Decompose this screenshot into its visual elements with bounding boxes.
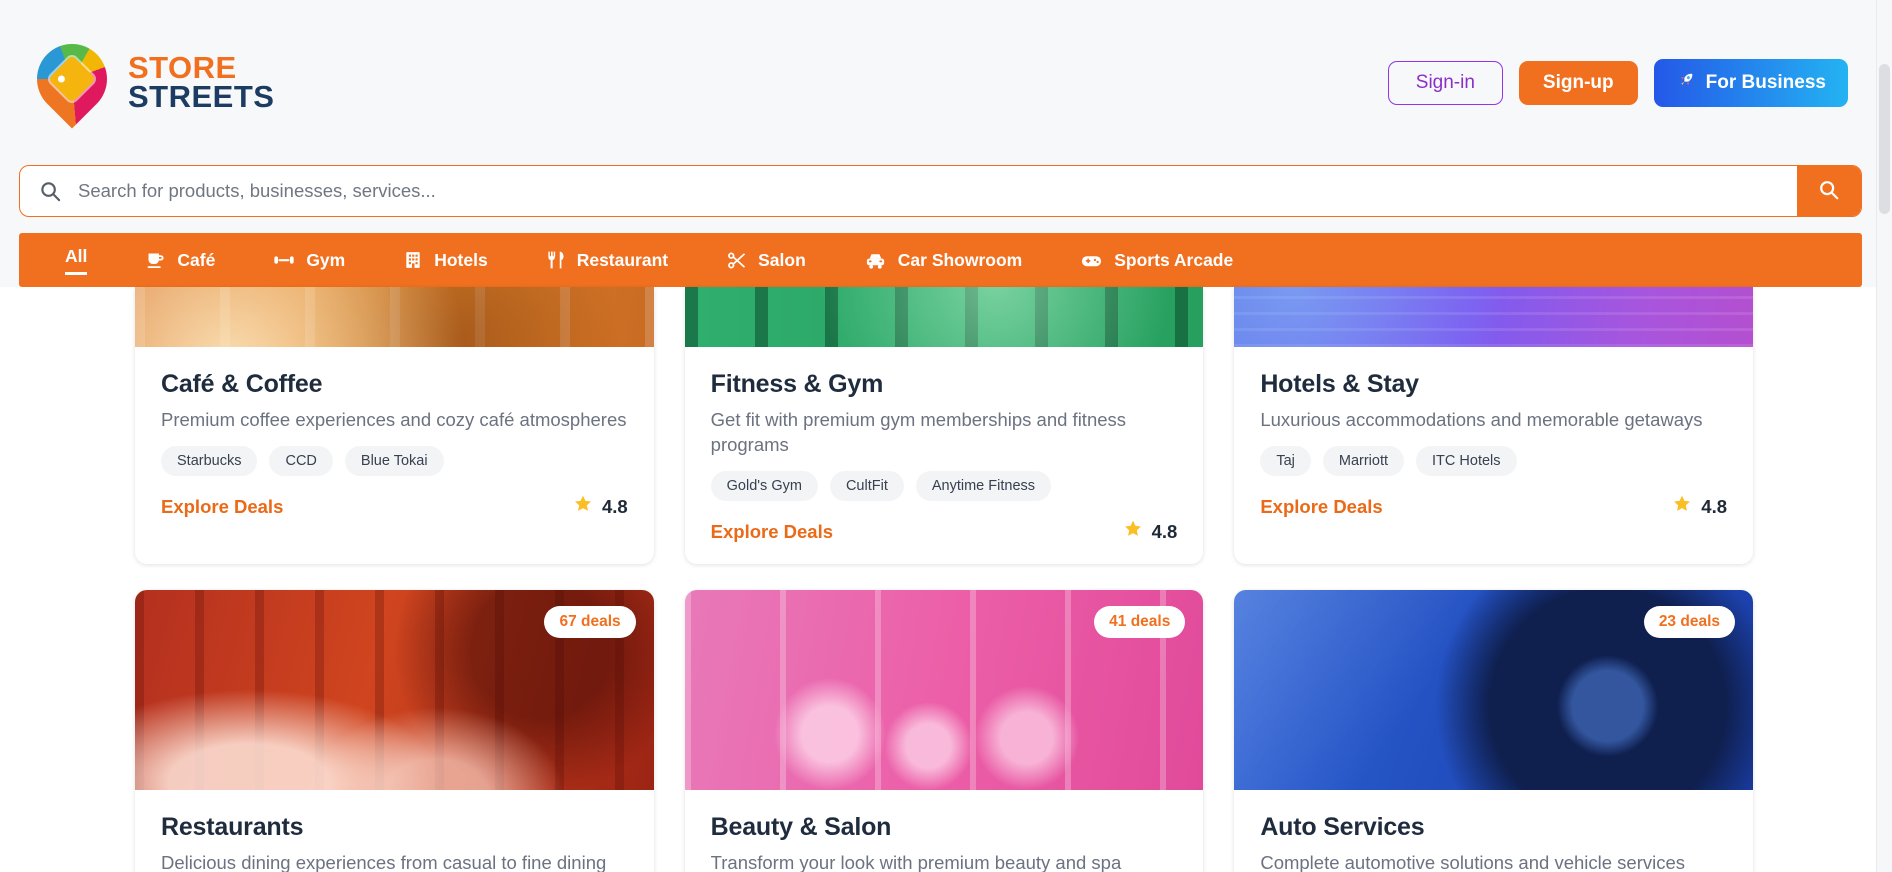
scissors-icon (726, 250, 747, 271)
building-icon (403, 250, 423, 270)
explore-deals-link[interactable]: Explore Deals (711, 521, 833, 543)
card-image-cafe[interactable] (135, 287, 654, 347)
search-bar (19, 165, 1862, 217)
explore-deals-link[interactable]: Explore Deals (161, 496, 283, 518)
search-icon (39, 180, 62, 203)
category-card-hotels[interactable]: Hotels & Stay Luxurious accommodations a… (1234, 287, 1753, 564)
tag-pill: ITC Hotels (1416, 446, 1517, 476)
car-icon (864, 249, 887, 272)
card-title: Hotels & Stay (1260, 370, 1419, 398)
signin-button[interactable]: Sign-in (1387, 60, 1503, 105)
card-tags: Gold's Gym CultFit Anytime Fitness (710, 471, 1178, 501)
nav-item-hotels[interactable]: Hotels (403, 250, 488, 271)
card-title: Beauty & Salon (710, 813, 892, 841)
rocket-icon (1676, 70, 1696, 96)
brand-pin-icon (22, 29, 122, 128)
card-tags: Taj Marriott ITC Hotels (1260, 446, 1727, 476)
card-title: Restaurants (161, 813, 304, 841)
star-icon (1672, 494, 1692, 519)
tag-pill: Blue Tokai (344, 446, 444, 476)
card-description: Luxurious accommodations and memorable g… (1260, 409, 1703, 430)
coffee-icon (145, 250, 166, 271)
nav-item-car-showroom[interactable]: Car Showroom (864, 249, 1022, 272)
tag-pill: Anytime Fitness (915, 471, 1052, 501)
category-card-restaurants[interactable]: 67 deals Restaurants Delicious dining ex… (135, 590, 654, 872)
card-image-auto-services[interactable]: 23 deals (1234, 590, 1753, 790)
header-actions: Sign-in Sign-up For Business (1387, 58, 1848, 107)
card-rating: 4.8 (1672, 494, 1727, 519)
nav-item-cafe[interactable]: Café (145, 250, 215, 271)
card-title: Auto Services (1260, 813, 1425, 841)
search-submit-icon (1818, 179, 1840, 204)
card-description: Delicious dining experiences from casual… (161, 852, 607, 872)
tag-pill: Gold's Gym (710, 471, 818, 501)
dumbbell-icon (273, 249, 295, 271)
category-grid: Café & Coffee Premium coffee experiences… (135, 287, 1753, 872)
deals-count-badge: 41 deals (1094, 606, 1186, 638)
card-tags: Starbucks CCD Blue Tokai (161, 446, 628, 476)
star-icon (1123, 519, 1143, 544)
category-cards-section: Café & Coffee Premium coffee experiences… (0, 287, 1892, 872)
brand-name: STORE STREETS (128, 52, 275, 114)
header-band: STORE STREETS Sign-in Sign-up For Busine… (0, 0, 1892, 287)
header: STORE STREETS Sign-in Sign-up For Busine… (19, 0, 1862, 165)
nav-item-all[interactable]: All (65, 246, 88, 275)
card-image-restaurants[interactable]: 67 deals (135, 590, 654, 790)
explore-deals-link[interactable]: Explore Deals (1260, 496, 1382, 518)
nav-item-gym[interactable]: Gym (273, 249, 345, 271)
star-icon (573, 494, 593, 519)
gamepad-icon (1080, 249, 1103, 272)
tag-pill: CultFit (829, 471, 904, 501)
category-card-gym[interactable]: Fitness & Gym Get fit with premium gym m… (684, 287, 1204, 564)
search-input[interactable] (78, 180, 1797, 202)
deals-count-badge: 23 deals (1643, 606, 1735, 638)
tag-pill: Starbucks (161, 446, 258, 476)
nav-item-salon[interactable]: Salon (726, 250, 806, 271)
rating-value: 4.8 (1701, 495, 1727, 517)
card-image-hotels[interactable] (1234, 287, 1753, 347)
brand-name-line2: STREETS (128, 78, 275, 114)
scrollbar[interactable] (1876, 0, 1892, 872)
deals-count-badge: 67 deals (544, 606, 636, 638)
card-title: Fitness & Gym (710, 370, 884, 398)
card-description: Premium coffee experiences and cozy café… (161, 409, 627, 430)
search-submit-button[interactable] (1797, 166, 1861, 216)
card-rating: 4.8 (573, 494, 628, 519)
for-business-label: For Business (1705, 71, 1826, 93)
card-title: Café & Coffee (161, 370, 323, 398)
nav-item-sports-arcade[interactable]: Sports Arcade (1080, 249, 1233, 272)
brand-logo[interactable]: STORE STREETS (22, 29, 275, 128)
tag-pill: Taj (1260, 446, 1311, 476)
nav-item-restaurant[interactable]: Restaurant (546, 250, 668, 271)
scrollbar-thumb[interactable] (1879, 64, 1890, 214)
card-description: Transform your look with premium beauty … (710, 852, 1122, 872)
card-image-gym[interactable] (684, 287, 1204, 347)
rating-value: 4.8 (1151, 520, 1178, 542)
category-nav: All Café Gym Hotels Restaurant Salon Car… (19, 233, 1862, 287)
card-description: Complete automotive solutions and vehicl… (1260, 852, 1686, 872)
category-card-cafe[interactable]: Café & Coffee Premium coffee experiences… (135, 287, 654, 564)
for-business-button[interactable]: For Business (1653, 58, 1848, 107)
tag-pill: Marriott (1322, 446, 1405, 476)
card-description: Get fit with premium gym memberships and… (710, 409, 1127, 455)
tag-pill: CCD (269, 446, 333, 476)
card-rating: 4.8 (1123, 519, 1178, 544)
category-card-auto-services[interactable]: 23 deals Auto Services Complete automoti… (1234, 590, 1753, 872)
card-image-beauty-salon[interactable]: 41 deals (684, 590, 1204, 790)
utensils-icon (546, 250, 566, 270)
rating-value: 4.8 (601, 495, 628, 517)
category-card-beauty-salon[interactable]: 41 deals Beauty & Salon Transform your l… (684, 590, 1204, 872)
signup-button[interactable]: Sign-up (1518, 60, 1638, 105)
